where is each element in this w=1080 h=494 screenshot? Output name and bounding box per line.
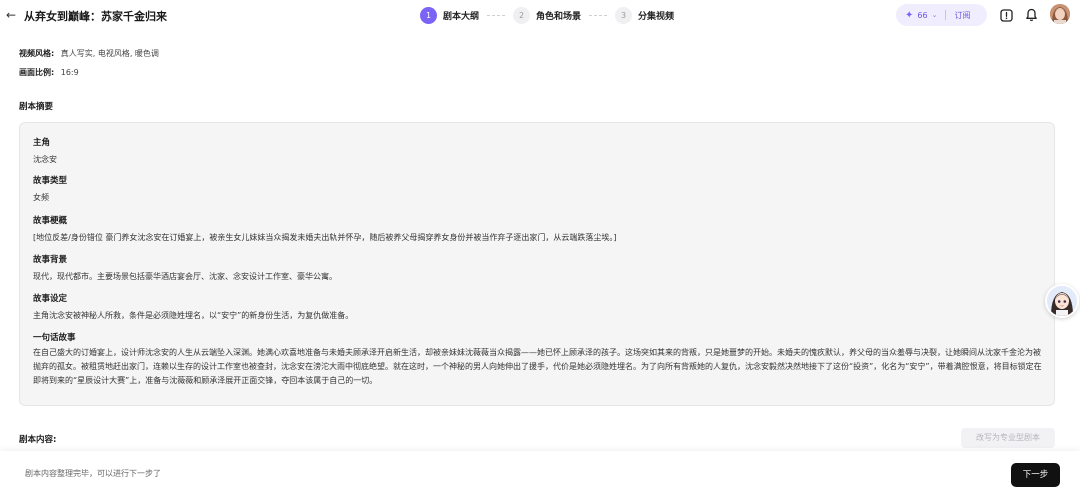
synopsis-value: [地位反差/身份错位 豪门养女沈念安在订婚宴上，被亲生女儿妹妹当众揭发未婚夫出轨… (33, 233, 617, 242)
video-style-key: 视频风格: (19, 49, 55, 58)
step-number: 2 (513, 6, 531, 24)
protagonist-block: 主角 沈念安 (33, 138, 1043, 167)
bottom-bar: 剧本内容整理完毕，可以进行下一步了 下一步 (0, 451, 1080, 494)
chevron-down-icon: ⌄ (931, 11, 938, 19)
genre-heading: 故事类型 (33, 176, 68, 186)
step-number: 3 (615, 6, 633, 24)
step-progress: 1 剧本大纲 2 角色和场景 3 分集视频 (420, 5, 674, 25)
user-avatar[interactable] (1050, 4, 1070, 24)
genre-block: 故事类型 女频 (33, 176, 1043, 205)
assistant-avatar[interactable] (1045, 284, 1079, 318)
convert-professional-button[interactable]: 改写为专业型剧本 (961, 428, 1055, 448)
script-content-label: 剧本内容: (19, 435, 57, 445)
step-number: 1 (420, 6, 437, 24)
step-label: 剧本大纲 (443, 11, 480, 22)
protagonist-heading: 主角 (33, 138, 51, 148)
step-connector (589, 14, 608, 16)
setting-heading: 故事设定 (33, 294, 68, 304)
step-label: 分集视频 (638, 11, 675, 22)
video-style-value: 真人写实, 电视风格, 暖色调 (60, 49, 159, 58)
credits-count: 66 (917, 10, 928, 20)
background-block: 故事背景 现代，现代都市。主要场景包括豪华酒店宴会厅、沈家、念安设计工作室、豪华… (33, 255, 1043, 284)
status-hint: 剧本内容整理完毕，可以进行下一步了 (25, 469, 161, 478)
background-heading: 故事背景 (33, 255, 68, 265)
oneline-value: 在自己盛大的订婚宴上，设计师沈念安的人生从云端坠入深渊。她满心欢喜地准备与未婚夫… (33, 348, 1042, 385)
oneline-heading: 一句话故事 (33, 333, 76, 343)
back-arrow-icon[interactable]: ← (4, 7, 18, 23)
video-style-row: 视频风格: 真人写实, 电视风格, 暖色调 (19, 48, 159, 59)
oneline-block: 一句话故事 在自己盛大的订婚宴上，设计师沈念安的人生从云端坠入深渊。她满心欢喜地… (33, 333, 1043, 388)
protagonist-value: 沈念安 (33, 155, 57, 164)
genre-value: 女频 (33, 193, 49, 202)
step-characters-scenes[interactable]: 2 角色和场景 (513, 6, 582, 24)
background-value: 现代，现代都市。主要场景包括豪华酒店宴会厅、沈家、念安设计工作室、豪华公寓。 (33, 272, 337, 281)
aspect-ratio-row: 画面比例: 16:9 (19, 67, 79, 78)
next-step-button[interactable]: 下一步 (1011, 463, 1060, 487)
setting-block: 故事设定 主角沈念安被神秘人所救，条件是必须隐姓埋名，以“安宁”的新身份生活，为… (33, 294, 1043, 323)
synopsis-block: 故事梗概 [地位反差/身份错位 豪门养女沈念安在订婚宴上，被亲生女儿妹妹当众揭发… (33, 216, 1043, 245)
alert-icon[interactable] (998, 7, 1014, 23)
step-episode-videos[interactable]: 3 分集视频 (615, 6, 675, 24)
script-summary-card: 主角 沈念安 故事类型 女频 故事梗概 [地位反差/身份错位 豪门养女沈念安在订… (19, 122, 1055, 406)
step-label: 角色和场景 (536, 11, 582, 22)
aspect-ratio-value: 16:9 (60, 68, 79, 77)
step-outline[interactable]: 1 剧本大纲 (420, 6, 480, 24)
step-connector (487, 14, 506, 16)
synopsis-heading: 故事梗概 (33, 216, 68, 226)
credits-pill[interactable]: ✦ 66 ⌄ 订阅 (896, 4, 987, 26)
summary-section-title: 剧本摘要 (19, 102, 54, 112)
bell-icon[interactable] (1023, 7, 1039, 23)
subscribe-link[interactable]: 订阅 (954, 10, 970, 21)
sparkle-icon: ✦ (905, 9, 914, 21)
divider (945, 10, 947, 20)
setting-value: 主角沈念安被神秘人所救，条件是必须隐姓埋名，以“安宁”的新身份生活，为复仇做准备… (33, 311, 354, 320)
aspect-ratio-key: 画面比例: (19, 68, 55, 77)
top-bar: ← 从弃女到巅峰：苏家千金归来 1 剧本大纲 2 角色和场景 3 分集视频 ✦ … (0, 0, 1080, 30)
project-title: 从弃女到巅峰：苏家千金归来 (24, 10, 167, 23)
